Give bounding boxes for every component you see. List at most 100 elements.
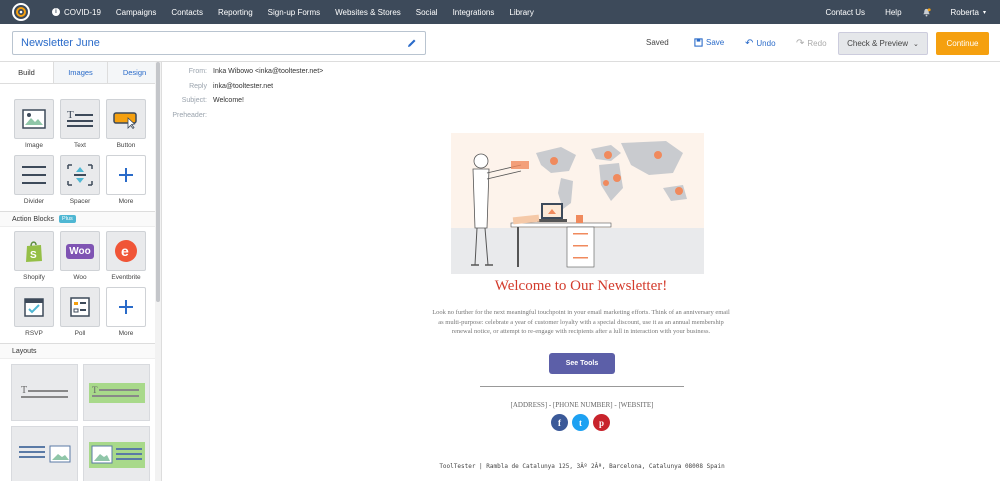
continue-label: Continue [946,39,979,48]
top-nav: i COVID-19 Campaigns Contacts Reporting … [0,0,1000,24]
action-blocks-title: Action Blocks [12,215,55,223]
nav-contacts[interactable]: Contacts [171,8,203,17]
redo-label: Redo [807,39,827,48]
nav-campaigns[interactable]: Campaigns [116,8,156,17]
nav-social-label: Social [415,7,438,17]
block-spacer[interactable]: Spacer [60,155,100,205]
redo-button[interactable]: ↷ Redo [796,38,827,49]
subject-row[interactable]: Subject: Welcome! [163,97,244,104]
from-value: Inka Wibowo <inka@tooltester.net> [213,68,324,75]
sidebar-scrollbar[interactable] [155,62,161,481]
email-divider[interactable] [480,386,684,387]
check-preview-button[interactable]: Check & Preview ⌄ [838,32,928,55]
block-divider[interactable]: Divider [14,155,54,205]
notifications-bell-icon[interactable] [922,7,931,17]
social-icons[interactable]: f t p [551,414,610,431]
block-woo[interactable]: Woo Woo [60,231,100,281]
nav-websites-stores[interactable]: Websites & Stores [335,8,401,17]
block-eventbrite[interactable]: e Eventbrite [106,231,146,281]
nav-help-label: Help [885,7,902,17]
shopify-icon: S [14,231,54,271]
nav-integrations[interactable]: Integrations [453,8,495,17]
nav-user-menu[interactable]: Roberta ▾ [951,8,986,17]
undo-icon: ↶ [745,38,754,49]
layout-green-banner[interactable]: T [83,364,150,421]
see-tools-button[interactable]: See Tools [549,353,615,374]
footer-address[interactable]: ToolTester | Rambla de Catalunya 125, 3Â… [400,463,764,470]
hero-illustration[interactable] [451,133,704,274]
nav-reporting-label: Reporting [217,7,253,17]
block-shopify[interactable]: S Shopify [14,231,54,281]
nav-signup-forms[interactable]: Sign-up Forms [268,8,320,17]
woo-logo: Woo [66,243,94,259]
block-eventbrite-label: Eventbrite [111,274,141,281]
basic-blocks: Image T Text Button Divider Spacer More [0,84,161,205]
block-image[interactable]: Image [14,99,54,149]
campaign-title-text: Newsletter June [21,37,100,49]
block-text-label: Text [74,142,86,149]
calendar-check-icon [14,287,54,327]
twitter-glyph: t [579,417,582,428]
action-blocks-header: Action Blocks Plus [0,211,161,227]
undo-label: Undo [756,39,776,48]
spacer-block-icon [60,155,100,195]
twitter-icon[interactable]: t [572,414,589,431]
redo-icon: ↷ [796,38,805,49]
block-button-label: Button [116,142,136,149]
saved-status: Saved [646,38,669,47]
block-action-more-label: More [118,330,134,337]
pencil-icon[interactable] [407,38,417,48]
tab-design[interactable]: Design [108,62,161,83]
reply-row[interactable]: Reply inka@tooltester.net [163,83,273,90]
block-text[interactable]: T Text [60,99,100,149]
block-rsvp[interactable]: RSVP [14,287,54,337]
facebook-icon[interactable]: f [551,414,568,431]
image-block-icon [14,99,54,139]
email-body-text[interactable]: Look no further for the next meaningful … [432,308,730,337]
chevron-down-icon: ▾ [982,9,986,16]
layouts-grid: T T [0,359,161,481]
nav-social[interactable]: Social [416,8,438,17]
nav-contacts-label: Contacts [171,7,203,17]
block-action-more[interactable]: More [106,287,146,337]
nav-help[interactable]: Help [885,8,901,17]
campaign-title-input[interactable]: Newsletter June [12,31,426,55]
pinterest-icon[interactable]: p [593,414,610,431]
check-preview-label: Check & Preview [847,39,909,48]
plus-icon [106,155,146,195]
undo-button[interactable]: ↶ Undo [745,38,776,49]
user-name: Roberta [950,7,979,17]
contact-info-line[interactable]: [ADDRESS] - [PHONE NUMBER] - [WEBSITE] [430,401,734,409]
layout-image-text-green[interactable] [83,426,150,481]
block-button[interactable]: Button [106,99,146,149]
block-poll[interactable]: Poll [60,287,100,337]
subject-value: Welcome! [213,97,244,104]
tab-build[interactable]: Build [0,62,54,83]
save-button[interactable]: Save [694,38,724,47]
nav-contact-us[interactable]: Contact Us [825,8,865,17]
block-more[interactable]: More [106,155,146,205]
layout-title-text[interactable]: T [11,364,78,421]
nav-library[interactable]: Library [509,8,533,17]
continue-button[interactable]: Continue [936,32,989,55]
tab-images[interactable]: Images [54,62,108,83]
nav-covid[interactable]: i COVID-19 [52,8,101,17]
svg-text:S: S [30,250,37,261]
preheader-row[interactable]: Preheader: [163,112,213,119]
action-blocks: S Shopify Woo Woo e Eventbrite RSVP Poll… [0,227,161,337]
layout-text-image[interactable] [11,426,78,481]
sidebar-scrollbar-thumb[interactable] [156,62,160,302]
nav-signup-forms-label: Sign-up Forms [267,7,321,17]
see-tools-label: See Tools [565,360,599,367]
nav-reporting[interactable]: Reporting [218,8,253,17]
layout-thumbnail-icon: T [88,382,145,403]
builder-sidebar: Build Images Design Image T Text Button [0,62,162,481]
constant-contact-logo-icon[interactable] [12,3,30,21]
email-headline[interactable]: Welcome to Our Newsletter! [420,278,742,295]
block-more-label: More [118,198,134,205]
svg-text:T: T [67,109,74,121]
editor-header: Newsletter June Saved Save ↶ Undo ↷ Redo… [0,24,1000,62]
info-icon: i [52,8,60,16]
layouts-header: Layouts [0,343,161,359]
from-row[interactable]: From: Inka Wibowo <inka@tooltester.net> [163,68,324,75]
